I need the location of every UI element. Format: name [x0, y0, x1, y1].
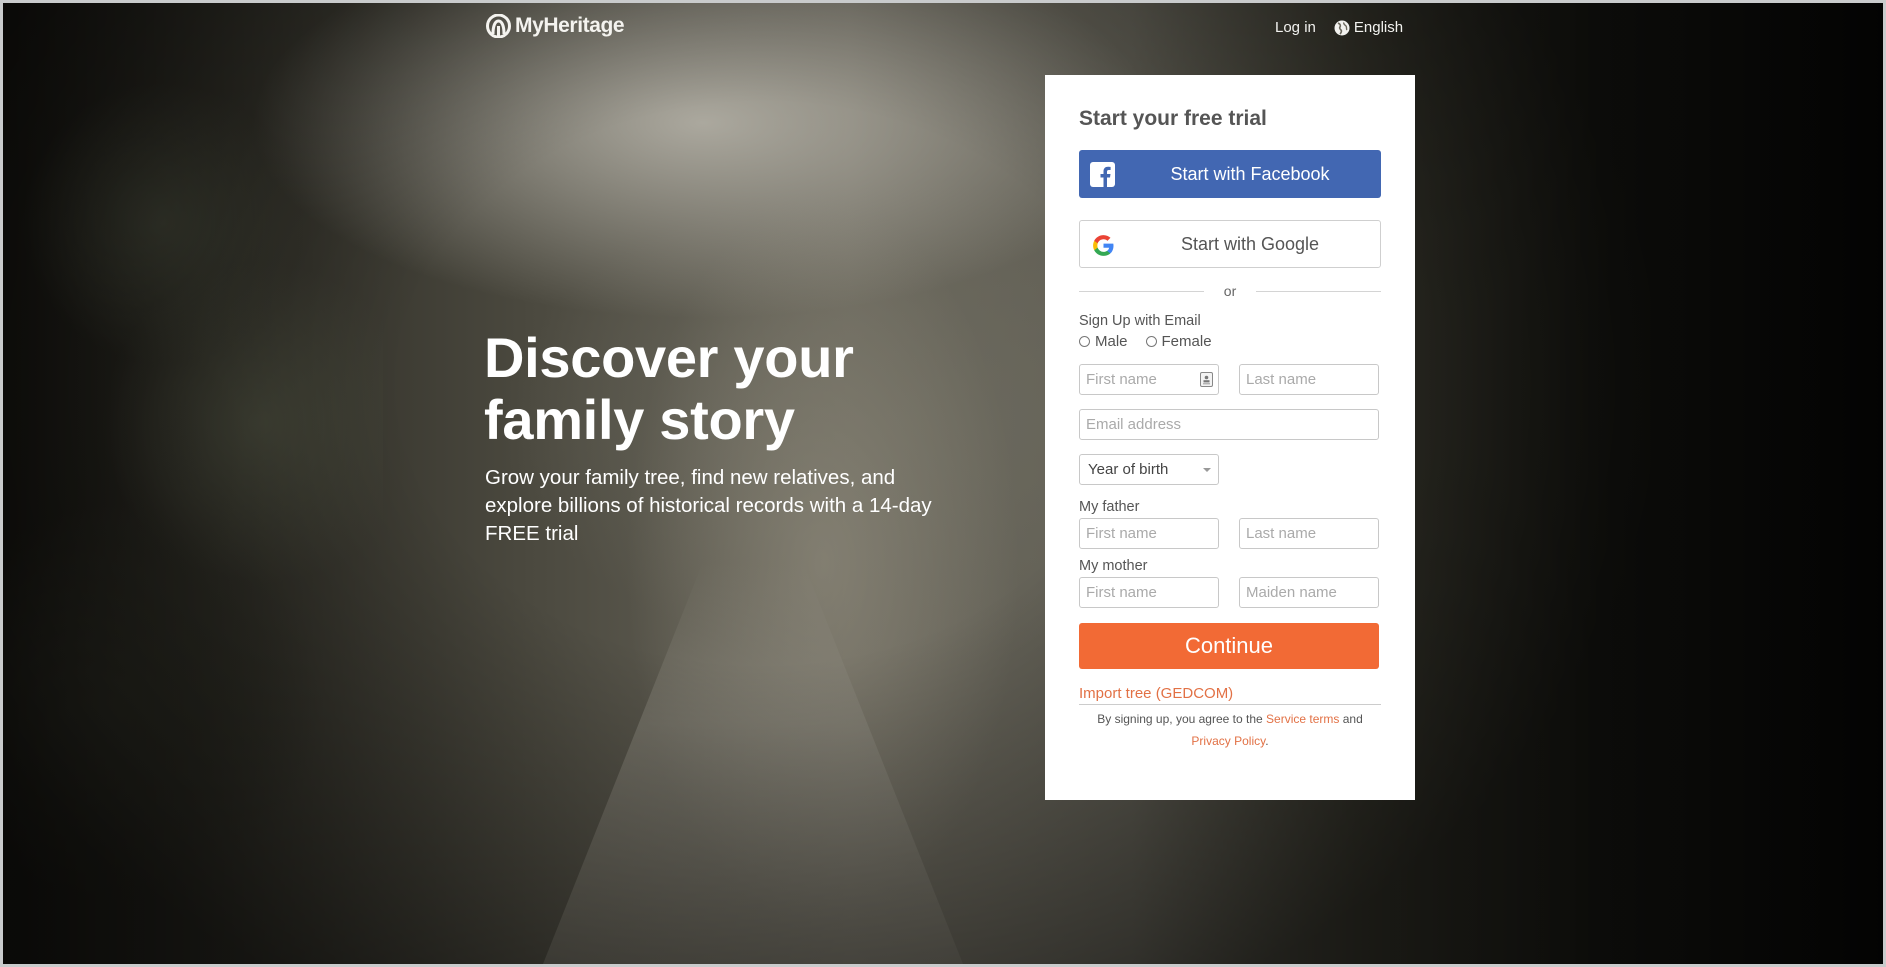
top-navigation: Log in English: [1275, 19, 1403, 36]
signup-title: Start your free trial: [1079, 107, 1267, 130]
radio-circle-icon: [1079, 336, 1090, 347]
mother-row: [1079, 577, 1379, 608]
language-label: English: [1353, 19, 1404, 36]
name-row: [1079, 364, 1379, 395]
radio-circle-icon: [1145, 336, 1157, 347]
contact-card-icon[interactable]: [1200, 372, 1213, 387]
brand-name: MyHeritage: [515, 14, 625, 37]
legal-suffix: .: [1265, 734, 1269, 748]
google-signup-button[interactable]: Start with Google: [1079, 220, 1381, 268]
service-terms-link[interactable]: Service terms: [1266, 712, 1339, 726]
hero-subline: Grow your family tree, find new relative…: [485, 466, 932, 545]
facebook-icon: [1090, 162, 1115, 187]
google-button-label: Start with Google: [1180, 233, 1320, 254]
or-divider: or: [1079, 282, 1382, 300]
legal-and: and: [1342, 712, 1363, 726]
legal-notice: By signing up, you agree to the Service …: [1079, 708, 1381, 752]
father-first-name-input[interactable]: [1086, 525, 1212, 542]
email-input[interactable]: [1086, 416, 1372, 433]
facebook-button-label: Start with Facebook: [1170, 163, 1330, 184]
globe-icon: [1334, 20, 1350, 36]
divider-text: or: [1223, 283, 1237, 299]
mother-first-name-input[interactable]: [1086, 584, 1212, 601]
first-name-input[interactable]: [1086, 371, 1212, 388]
year-of-birth-select[interactable]: Year of birth: [1079, 454, 1219, 485]
first-name-field[interactable]: [1079, 364, 1219, 395]
last-name-input[interactable]: [1246, 371, 1372, 388]
father-row: [1079, 518, 1379, 549]
legal-divider: [1079, 704, 1381, 705]
mother-first-name-field[interactable]: [1079, 577, 1219, 608]
gender-female-label: Female: [1161, 333, 1212, 350]
signup-card: Start your free trial Start with Faceboo…: [1045, 75, 1415, 800]
mother-maiden-name-field[interactable]: [1239, 577, 1379, 608]
login-link[interactable]: Log in: [1275, 19, 1316, 36]
gender-male-label: Male: [1095, 333, 1128, 350]
chevron-down-icon: [1203, 468, 1211, 472]
gender-male-radio[interactable]: Male: [1079, 333, 1128, 350]
brand-logo[interactable]: MyHeritage: [485, 13, 625, 39]
myheritage-logo-icon: [485, 14, 512, 38]
facebook-signup-button[interactable]: Start with Facebook: [1079, 150, 1381, 198]
year-of-birth-value: Year of birth: [1088, 461, 1169, 478]
continue-button[interactable]: Continue: [1079, 623, 1379, 669]
headline-line-1: Discover your: [484, 326, 854, 389]
last-name-field[interactable]: [1239, 364, 1379, 395]
divider-line-right: [1256, 290, 1382, 292]
language-selector[interactable]: English: [1334, 19, 1403, 36]
mother-maiden-name-input[interactable]: [1246, 584, 1372, 601]
father-last-name-field[interactable]: [1239, 518, 1379, 549]
headline-line-2: family story: [484, 388, 795, 451]
divider-line-left: [1079, 290, 1204, 292]
father-label: My father: [1079, 499, 1140, 515]
email-signup-label: Sign Up with Email: [1079, 313, 1201, 329]
father-last-name-input[interactable]: [1246, 525, 1372, 542]
import-gedcom-link[interactable]: Import tree (GEDCOM): [1079, 685, 1381, 703]
google-icon: [1091, 233, 1116, 258]
hero-headline: Discover your family story: [484, 327, 964, 451]
gender-selector: Male Female: [1079, 333, 1381, 350]
privacy-policy-link[interactable]: Privacy Policy: [1191, 734, 1265, 748]
gender-female-radio[interactable]: Female: [1145, 333, 1212, 350]
father-first-name-field[interactable]: [1079, 518, 1219, 549]
legal-prefix: By signing up, you agree to the: [1097, 712, 1263, 726]
email-field[interactable]: [1079, 409, 1379, 440]
mother-label: My mother: [1079, 558, 1148, 574]
